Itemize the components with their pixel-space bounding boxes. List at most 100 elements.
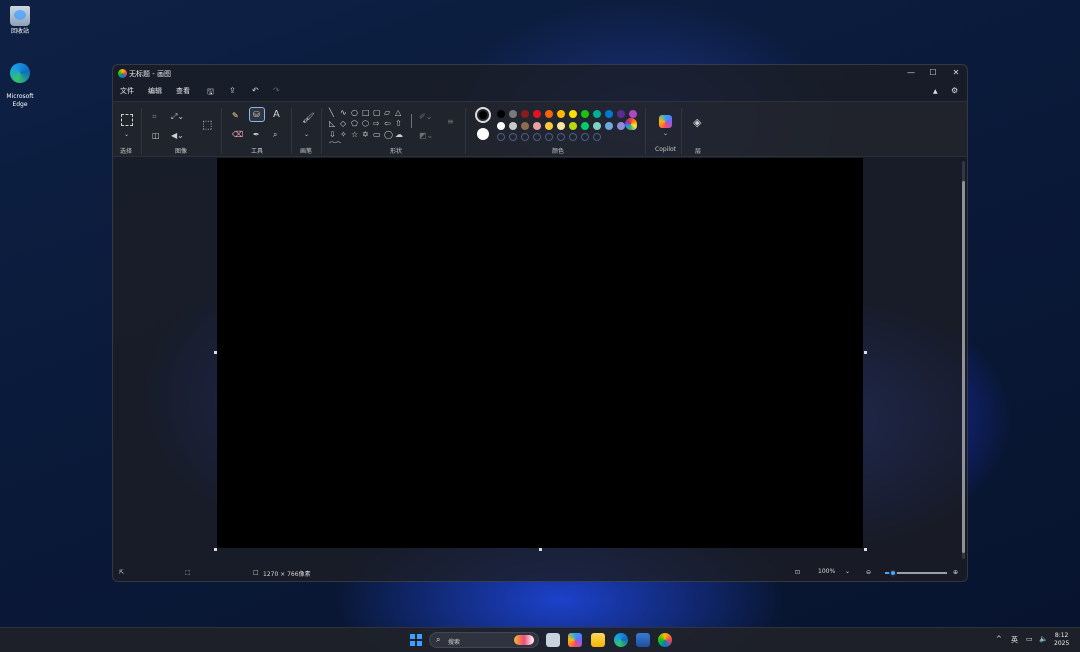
shape-triangle-icon[interactable]: △ bbox=[395, 108, 401, 118]
remove-background-icon[interactable]: ◫ bbox=[152, 131, 160, 141]
volume-icon[interactable]: 🔈 bbox=[1039, 635, 1048, 643]
share-icon[interactable]: ⇪ bbox=[229, 86, 236, 95]
shape-outline-icon[interactable]: ✐⌄ bbox=[419, 112, 432, 122]
color-swatch[interactable] bbox=[545, 110, 553, 118]
secondary-color-button[interactable] bbox=[477, 128, 489, 140]
shape-line-icon[interactable]: ╲ bbox=[329, 108, 334, 118]
shape-callout-oval-icon[interactable]: ◯ bbox=[384, 130, 393, 140]
shape-arrow-down-icon[interactable]: ⇩ bbox=[329, 130, 336, 140]
desktop-icon-edge[interactable]: Microsoft Edge bbox=[0, 55, 40, 117]
settings-gear-icon[interactable]: ⚙ bbox=[951, 86, 958, 95]
custom-color-slot[interactable] bbox=[497, 133, 505, 141]
image-creator-icon[interactable]: ⬚ bbox=[202, 119, 212, 130]
resize-icon[interactable]: ⤢⌄ bbox=[171, 112, 184, 122]
menu-file[interactable]: 文件 bbox=[120, 86, 134, 96]
zoom-level-select[interactable]: 100% ⌄ bbox=[817, 568, 855, 578]
shape-more-icon[interactable]: ⌒⌒ bbox=[329, 141, 341, 151]
chevron-down-icon[interactable]: ⌄ bbox=[663, 129, 668, 139]
copilot-icon[interactable] bbox=[659, 115, 672, 128]
shape-pentagon-icon[interactable]: ⬠ bbox=[351, 119, 358, 129]
custom-color-slot[interactable] bbox=[509, 133, 517, 141]
custom-color-slot[interactable] bbox=[545, 133, 553, 141]
shape-right-triangle-icon[interactable]: ◺ bbox=[329, 119, 335, 129]
shape-arrow-up-icon[interactable]: ⇧ bbox=[395, 119, 402, 129]
maximize-button[interactable]: ☐ bbox=[921, 66, 945, 80]
shape-polygon-icon[interactable]: ▱ bbox=[384, 108, 390, 118]
edit-colors-icon[interactable] bbox=[625, 118, 637, 130]
minimize-button[interactable]: — bbox=[899, 66, 923, 80]
redo-icon[interactable]: ↷ bbox=[273, 86, 280, 95]
shape-scroll-indicator[interactable] bbox=[411, 114, 412, 128]
close-button[interactable]: ✕ bbox=[944, 66, 967, 80]
resize-handle-bottom-right[interactable] bbox=[864, 548, 867, 551]
color-picker-icon[interactable]: ✒ bbox=[253, 130, 260, 140]
shape-arrow-left-icon[interactable]: ⇦ bbox=[384, 119, 391, 129]
chevron-down-icon[interactable]: ⌄ bbox=[124, 130, 129, 140]
layers-icon[interactable]: ◈ bbox=[693, 116, 701, 129]
color-swatch[interactable] bbox=[629, 110, 637, 118]
copilot-taskbar-icon[interactable] bbox=[568, 633, 582, 647]
chevron-down-icon[interactable]: ⌄ bbox=[304, 130, 309, 140]
color-swatch[interactable] bbox=[509, 110, 517, 118]
resize-handle-bottom-left[interactable] bbox=[214, 548, 217, 551]
shape-star6-icon[interactable]: ✡ bbox=[362, 130, 369, 140]
menu-edit[interactable]: 编辑 bbox=[148, 86, 162, 96]
color-swatch[interactable] bbox=[497, 122, 505, 130]
shape-curve-icon[interactable]: ∿ bbox=[340, 108, 347, 118]
vertical-scroll-thumb[interactable] bbox=[962, 181, 965, 553]
taskbar-search-box[interactable]: ⌕ 搜索 bbox=[429, 632, 539, 648]
brush-icon[interactable]: 🖌 bbox=[302, 114, 315, 124]
shape-hexagon-icon[interactable]: ⬡ bbox=[362, 119, 369, 129]
file-explorer-icon[interactable] bbox=[591, 633, 605, 647]
shape-callout-cloud-icon[interactable]: ☁ bbox=[395, 130, 403, 140]
color-swatch[interactable] bbox=[617, 122, 625, 130]
paint-taskbar-icon[interactable] bbox=[658, 633, 672, 647]
undo-icon[interactable]: ↶ bbox=[252, 86, 259, 95]
color-swatch[interactable] bbox=[557, 122, 565, 130]
custom-color-slot[interactable] bbox=[569, 133, 577, 141]
tray-overflow-icon[interactable]: ^ bbox=[996, 635, 1002, 643]
drawing-canvas[interactable] bbox=[217, 158, 863, 548]
color-swatch[interactable] bbox=[557, 110, 565, 118]
shape-callout-rect-icon[interactable]: ▭ bbox=[373, 130, 381, 140]
eraser-icon[interactable]: ⌫ bbox=[232, 130, 243, 140]
pencil-icon[interactable]: ✎ bbox=[232, 111, 239, 121]
shape-star5-icon[interactable]: ☆ bbox=[351, 130, 358, 140]
up-arrow-icon[interactable]: ▲ bbox=[933, 88, 938, 95]
rectangle-select-icon[interactable] bbox=[121, 114, 133, 126]
resize-handle-bottom[interactable] bbox=[539, 548, 542, 551]
color-swatch[interactable] bbox=[509, 122, 517, 130]
network-icon[interactable]: ▭ bbox=[1026, 635, 1033, 643]
color-swatch[interactable] bbox=[569, 122, 577, 130]
system-clock[interactable]: 8:12 2025 bbox=[1054, 632, 1069, 648]
zoom-out-icon[interactable]: ⊖ bbox=[866, 569, 871, 576]
task-view-icon[interactable] bbox=[546, 633, 560, 647]
color-swatch[interactable] bbox=[617, 110, 625, 118]
text-tool-icon[interactable]: A bbox=[273, 110, 280, 120]
color-swatch[interactable] bbox=[581, 110, 589, 118]
custom-color-slot[interactable] bbox=[581, 133, 589, 141]
shape-rectangle-icon[interactable]: □ bbox=[362, 108, 370, 118]
custom-color-slot[interactable] bbox=[533, 133, 541, 141]
fit-to-window-icon[interactable]: ⊡ bbox=[795, 569, 800, 576]
resize-handle-left[interactable] bbox=[214, 351, 217, 354]
store-icon[interactable] bbox=[636, 633, 650, 647]
shape-oval-icon[interactable]: ○ bbox=[351, 108, 358, 118]
color-swatch[interactable] bbox=[497, 110, 505, 118]
shape-diamond-icon[interactable]: ◇ bbox=[340, 119, 346, 129]
custom-color-slot[interactable] bbox=[557, 133, 565, 141]
rotate-icon[interactable]: ◀⌄ bbox=[171, 131, 184, 141]
line-thickness-icon[interactable]: ≡ bbox=[447, 117, 454, 127]
color-swatch[interactable] bbox=[521, 110, 529, 118]
windows-start-icon[interactable] bbox=[410, 634, 422, 646]
color-swatch[interactable] bbox=[533, 110, 541, 118]
primary-color-button[interactable] bbox=[475, 107, 491, 123]
color-swatch[interactable] bbox=[605, 122, 613, 130]
edge-taskbar-icon[interactable] bbox=[614, 633, 628, 647]
shape-star4-icon[interactable]: ✧ bbox=[340, 130, 347, 140]
shape-rounded-rect-icon[interactable]: ▢ bbox=[373, 108, 381, 118]
resize-handle-right[interactable] bbox=[864, 351, 867, 354]
title-bar[interactable]: 无标题 - 画图 — ☐ ✕ bbox=[113, 65, 967, 83]
color-swatch[interactable] bbox=[521, 122, 529, 130]
color-swatch[interactable] bbox=[593, 122, 601, 130]
